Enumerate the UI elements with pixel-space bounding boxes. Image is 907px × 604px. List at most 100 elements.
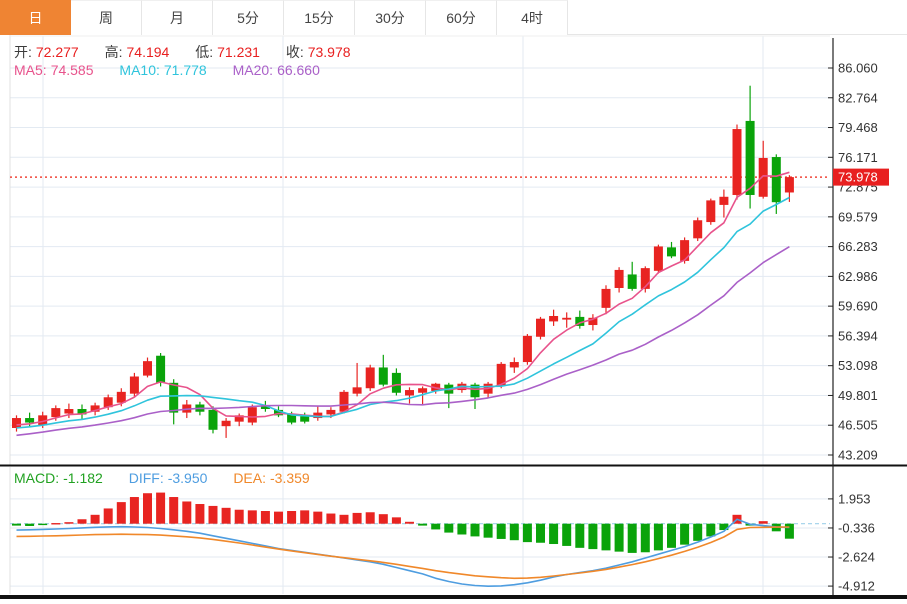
svg-text:73.978: 73.978 — [838, 170, 878, 185]
dea-value: -3.359 — [270, 470, 310, 486]
candle — [602, 289, 611, 308]
macd-bar — [444, 524, 453, 533]
macd-bar — [195, 504, 204, 524]
candle — [51, 408, 60, 417]
candle — [169, 383, 178, 413]
ma-readout: MA5:74.585 MA10:71.778 MA20:66.660 — [14, 62, 324, 78]
close-label: 收: — [286, 44, 304, 60]
candle — [353, 387, 362, 393]
candle — [130, 376, 139, 393]
macd-bar — [654, 524, 663, 551]
macd-bar — [274, 512, 283, 524]
macd-bar — [353, 513, 362, 524]
macd-bar — [785, 524, 794, 539]
macd-bar — [340, 515, 349, 524]
candle — [772, 157, 781, 202]
macd-bar — [25, 524, 34, 526]
macd-axis-label: -0.336 — [838, 520, 875, 535]
macd-axis: 1.953-0.336-2.624-4.912 — [828, 491, 875, 593]
ma10-value: 71.778 — [164, 62, 207, 78]
candle — [156, 356, 165, 383]
macd-axis-label: -2.624 — [838, 550, 875, 565]
macd-bar — [130, 497, 139, 524]
macd-bar — [51, 523, 60, 524]
macd-bar — [588, 524, 597, 549]
macd-bar — [693, 524, 702, 541]
macd-bar — [706, 524, 715, 537]
candle — [733, 129, 742, 195]
price-axis-label: 59.690 — [838, 299, 878, 314]
candle — [654, 246, 663, 270]
candle — [418, 388, 427, 393]
ma5-value: 74.585 — [51, 62, 94, 78]
macd-axis-label: -4.912 — [838, 579, 875, 594]
macd-bar — [209, 506, 218, 524]
dea-label: DEA: — [233, 470, 266, 486]
price-axis-label: 43.209 — [838, 447, 878, 462]
price-axis-label: 49.801 — [838, 388, 878, 403]
chart-canvas[interactable]: 86.06082.76479.46876.17172.87569.57966.2… — [0, 0, 907, 599]
macd-bar — [549, 524, 558, 544]
macd-bar — [497, 524, 506, 539]
candle — [143, 361, 152, 375]
macd-bar — [392, 517, 401, 523]
candle — [64, 409, 73, 414]
diff-value: -3.950 — [168, 470, 208, 486]
candle — [209, 410, 218, 430]
ma5-label: MA5: — [14, 62, 47, 78]
macd-bar — [457, 524, 466, 535]
macd-bar — [759, 521, 768, 524]
macd-bar — [418, 524, 427, 526]
last-price-tag: 73.978 — [833, 169, 889, 186]
macd-bar — [104, 508, 113, 523]
macd-bar — [313, 512, 322, 524]
price-axis-label: 62.986 — [838, 269, 878, 284]
open-label: 开: — [14, 44, 32, 60]
macd-readout: MACD:-1.182 DIFF:-3.950 DEA:-3.359 — [14, 470, 314, 486]
macd-bar — [222, 508, 231, 524]
candle — [222, 421, 231, 426]
candle — [628, 274, 637, 288]
macd-bar — [143, 493, 152, 523]
price-axis-label: 76.171 — [838, 150, 878, 165]
price-axis-label: 82.764 — [838, 90, 878, 105]
main-chart[interactable]: 86.06082.76479.46876.17172.87569.57966.2… — [0, 0, 907, 604]
macd-bar — [91, 515, 100, 524]
macd-bar — [628, 524, 637, 553]
ohlc-readout: 开:72.277 高:74.194 低:71.231 收:73.978 — [14, 42, 355, 62]
macd-bar — [471, 524, 480, 537]
candle — [248, 407, 257, 422]
close-value: 73.978 — [308, 44, 351, 60]
macd-bar — [78, 519, 87, 523]
diff-label: DIFF: — [129, 470, 164, 486]
macd-bar — [667, 524, 676, 548]
macd-bar — [300, 510, 309, 523]
kline-page: { "toolbar": { "tabs": [ {"label": "日", … — [0, 0, 907, 599]
candle — [379, 367, 388, 384]
candle — [392, 373, 401, 393]
price-axis-label: 69.579 — [838, 209, 878, 224]
price-axis-label: 79.468 — [838, 120, 878, 135]
candle — [25, 418, 34, 423]
candle — [706, 200, 715, 222]
candle — [326, 410, 335, 415]
macd-bar — [156, 493, 165, 524]
candle — [12, 418, 21, 428]
macd-bar — [366, 512, 375, 523]
macd-bar — [235, 510, 244, 524]
macd-bar — [680, 524, 689, 545]
candle — [536, 319, 545, 337]
low-label: 低: — [195, 44, 213, 60]
macd-histogram — [12, 493, 794, 553]
candle — [405, 390, 414, 395]
macd-bar — [641, 524, 650, 553]
high-value: 74.194 — [127, 44, 170, 60]
macd-bar — [575, 524, 584, 548]
macd-bar — [12, 524, 21, 526]
macd-bar — [64, 522, 73, 524]
ma10-label: MA10: — [119, 62, 159, 78]
macd-bar — [379, 514, 388, 524]
candle — [366, 367, 375, 388]
macd-bar — [523, 524, 532, 542]
macd-bar — [602, 524, 611, 551]
